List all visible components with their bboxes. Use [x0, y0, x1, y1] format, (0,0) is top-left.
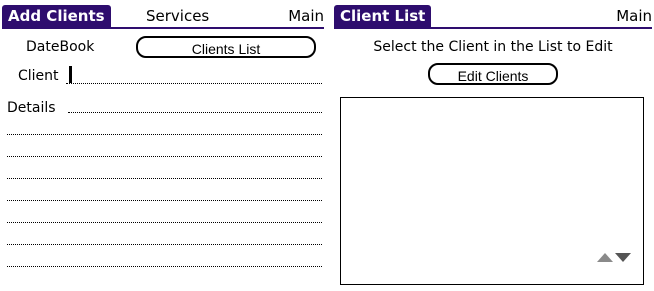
details-line	[7, 156, 322, 157]
scroll-down-icon[interactable]	[615, 253, 631, 262]
text-cursor	[69, 66, 72, 83]
details-line	[68, 112, 322, 113]
client-label: Client	[18, 68, 59, 84]
scroll-arrows	[597, 253, 631, 262]
title-bar: Add Clients Services Main	[0, 0, 326, 30]
title-underline	[334, 27, 652, 29]
details-line	[7, 200, 322, 201]
client-field-underline	[66, 83, 322, 84]
details-line	[7, 266, 322, 267]
instruction-text: Select the Client in the List to Edit	[373, 39, 613, 55]
services-menu[interactable]: Services	[146, 6, 209, 26]
details-field[interactable]	[0, 96, 326, 281]
scroll-up-icon[interactable]	[597, 253, 613, 262]
client-field[interactable]	[66, 64, 322, 86]
title-underline	[2, 27, 324, 29]
client-list-screen: Client List Main Select the Client in th…	[332, 0, 654, 291]
main-menu[interactable]: Main	[288, 6, 324, 26]
add-clients-screen: Add Clients Services Main DateBook Clien…	[0, 0, 326, 291]
edit-clients-button[interactable]: Edit Clients	[428, 63, 558, 85]
form-title[interactable]: Add Clients	[2, 5, 111, 28]
details-line	[7, 244, 322, 245]
details-line	[7, 222, 322, 223]
form-title[interactable]: Client List	[334, 5, 432, 28]
main-menu[interactable]: Main	[616, 6, 652, 26]
clients-list-button[interactable]: Clients List	[136, 36, 316, 58]
datebook-button[interactable]: DateBook	[26, 38, 94, 56]
client-list[interactable]	[340, 97, 644, 285]
details-line	[7, 134, 322, 135]
details-line	[7, 178, 322, 179]
title-bar: Client List Main	[332, 0, 654, 30]
